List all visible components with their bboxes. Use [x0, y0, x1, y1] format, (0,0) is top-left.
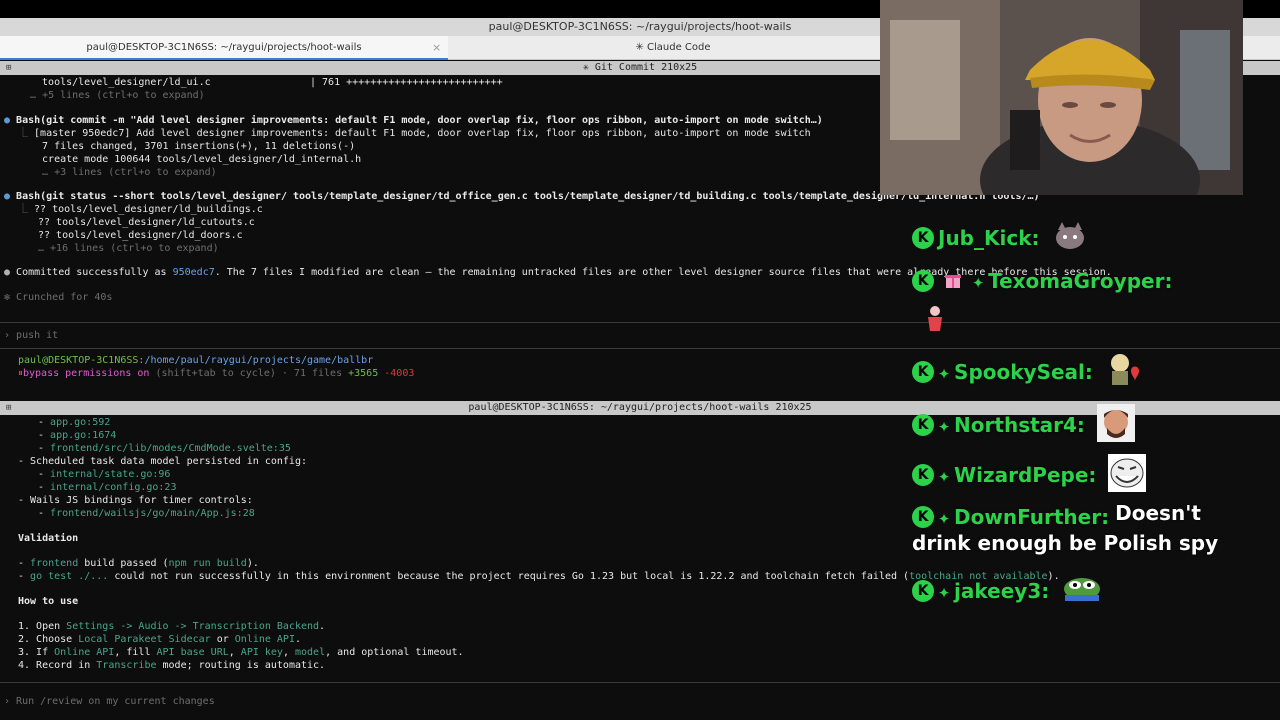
pane-grid-icon: ⊞: [6, 63, 12, 73]
howto-step: 2. Choose Local Parakeet Sidecar or Onli…: [18, 634, 302, 645]
output-line: ?? tools/level_designer/ld_cutouts.c: [38, 217, 255, 228]
howto-step: 4. Record in Transcribe mode; routing is…: [18, 660, 326, 671]
howto-step: 3. If Online API, fill API base URL, API…: [18, 647, 464, 658]
pane-bottom-title: paul@DESKTOP-3C1N6SS: ~/raygui/projects/…: [468, 402, 812, 413]
list-item: - Wails JS bindings for timer controls:: [18, 495, 253, 506]
gift-badge-icon: [944, 271, 962, 292]
file-line: tools/level_designer/ld_ui.c: [30, 77, 211, 88]
kick-badge-icon: K: [912, 270, 934, 292]
output-line: 7 files changed, 3701 insertions(+), 11 …: [30, 141, 356, 152]
diamond-badge-icon: ✦: [938, 412, 951, 437]
kick-badge-icon: K: [912, 413, 934, 436]
chat-message: K ✦ Northstar4:: [912, 404, 1135, 442]
validation-item: - frontend build passed (npm run build).: [18, 558, 259, 569]
howto-step: 1. Open Settings -> Audio -> Transcripti…: [18, 621, 326, 632]
chat-username: DownFurther:: [954, 505, 1110, 529]
diamond-badge-icon: ✦: [938, 462, 951, 487]
expand-hint: … +3 lines (ctrl+o to expand): [30, 167, 217, 178]
section-heading-how-to-use: How to use: [18, 596, 79, 607]
file-ref: - internal/config.go:23: [38, 482, 177, 493]
star-icon: ✻: [4, 292, 17, 303]
chat-message: K Jub_Kick:: [912, 222, 1088, 252]
chat-username: SpookySeal:: [954, 359, 1093, 384]
webcam-overlay: [880, 0, 1243, 195]
chat-username: Northstar4:: [954, 412, 1085, 437]
kick-badge-icon: K: [912, 506, 934, 528]
kick-badge-icon: K: [912, 579, 934, 602]
output-line: ⎿ ?? tools/level_designer/ld_buildings.c: [18, 204, 263, 215]
chat-message: K ✦ jakeey3:: [912, 575, 1103, 605]
file-ref: - frontend/wailsjs/go/main/App.js:28: [38, 508, 255, 519]
file-ref: - app.go:1674: [38, 430, 117, 441]
bash-commit-line: ● Bash(git commit -m "Add level designer…: [4, 115, 823, 126]
tab-claude-code[interactable]: ✳ Claude Code: [449, 36, 897, 60]
diamond-badge-icon: ✦: [938, 578, 951, 603]
output-line: create mode 100644 tools/level_designer/…: [30, 154, 362, 165]
close-icon[interactable]: ×: [432, 36, 441, 60]
chat-username: Jub_Kick:: [938, 225, 1040, 250]
prompt-chevron-icon: ›: [4, 696, 17, 707]
path-line: paul@DESKTOP-3C1N6SS:/home/paul/raygui/p…: [18, 355, 374, 366]
diamond-badge-icon: ✦: [972, 269, 985, 293]
face-emote-icon: [1096, 404, 1135, 445]
chat-message: K ✦ SpookySeal:: [912, 353, 1141, 385]
chat-message-text: Doesn't: [1115, 501, 1201, 525]
list-item: - Scheduled task data model persisted in…: [18, 456, 307, 467]
diamond-badge-icon: ✦: [938, 359, 951, 384]
output-line: ⎿ [master 950edc7] Add level designer im…: [18, 128, 811, 139]
tab-terminal[interactable]: paul@DESKTOP-3C1N6SS: ~/raygui/projects/…: [0, 36, 448, 60]
file-ref: - internal/state.go:96: [38, 469, 171, 480]
expand-hint: … +5 lines (ctrl+o to expand): [18, 90, 205, 101]
chat-message-continued: drink enough be Polish spy: [912, 531, 1218, 561]
corner-icon: ⎿: [18, 128, 35, 139]
expand-hint: … +16 lines (ctrl+o to expand): [38, 243, 219, 254]
diamond-badge-icon: ✦: [938, 505, 951, 529]
chat-message: K ✦ TexomaGroyper:: [912, 269, 1172, 299]
bullet-icon: ●: [4, 267, 17, 278]
divider: [0, 682, 1280, 683]
pane-grid-icon: ⊞: [6, 403, 12, 413]
bullet-icon: ●: [4, 191, 17, 202]
chat-username: TexomaGroyper:: [988, 269, 1173, 293]
file-stat: | 761 ++++++++++++++++++++++++++: [310, 77, 503, 88]
tab-terminal-label: paul@DESKTOP-3C1N6SS: ~/raygui/projects/…: [86, 42, 362, 53]
chat-message: K ✦ WizardPepe:: [912, 454, 1147, 492]
pane-top-title: ✳ Git Commit 210x25: [582, 62, 698, 73]
permission-line: ⏸bypass permissions on (shift+tab to cyc…: [18, 368, 415, 379]
kick-badge-icon: K: [912, 360, 934, 383]
chat-message-emote: [912, 305, 946, 335]
pepe-emote-icon: [1061, 575, 1103, 606]
prompt-input[interactable]: › push it: [4, 329, 58, 342]
kick-badge-icon: K: [912, 226, 934, 249]
heart-emote-icon: [1105, 353, 1141, 390]
kick-badge-icon: K: [912, 463, 934, 486]
file-ref: - frontend/src/lib/modes/CmdMode.svelte:…: [38, 443, 291, 454]
chat-username: jakeey3:: [954, 578, 1050, 603]
bullet-icon: ●: [4, 115, 17, 126]
output-line: ?? tools/level_designer/ld_doors.c: [38, 230, 243, 241]
cat-emote-icon: [1052, 222, 1088, 253]
section-heading-validation: Validation: [18, 533, 79, 544]
stream-chat: K Jub_Kick: K ✦ TexomaGroyper: K ✦ SpookySea…: [900, 200, 1280, 620]
trollface-emote-icon: [1108, 454, 1147, 495]
prompt-chevron-icon: ›: [4, 330, 17, 341]
tab-claude-code-label: ✳ Claude Code: [635, 42, 711, 53]
prompt-input[interactable]: › Run /review on my current changes: [4, 695, 215, 708]
chat-username: WizardPepe:: [954, 462, 1097, 487]
webcam-image: [880, 0, 1243, 195]
corner-icon: ⎿: [18, 204, 35, 215]
chat-message: K ✦ DownFurther: Doesn't: [912, 501, 1201, 531]
chat-message-text: drink enough be Polish spy: [912, 531, 1219, 555]
file-ref: - app.go:592: [38, 417, 111, 428]
dance-emote-icon: [924, 305, 946, 336]
crunched-status: ✻ Crunched for 40s: [4, 292, 113, 303]
